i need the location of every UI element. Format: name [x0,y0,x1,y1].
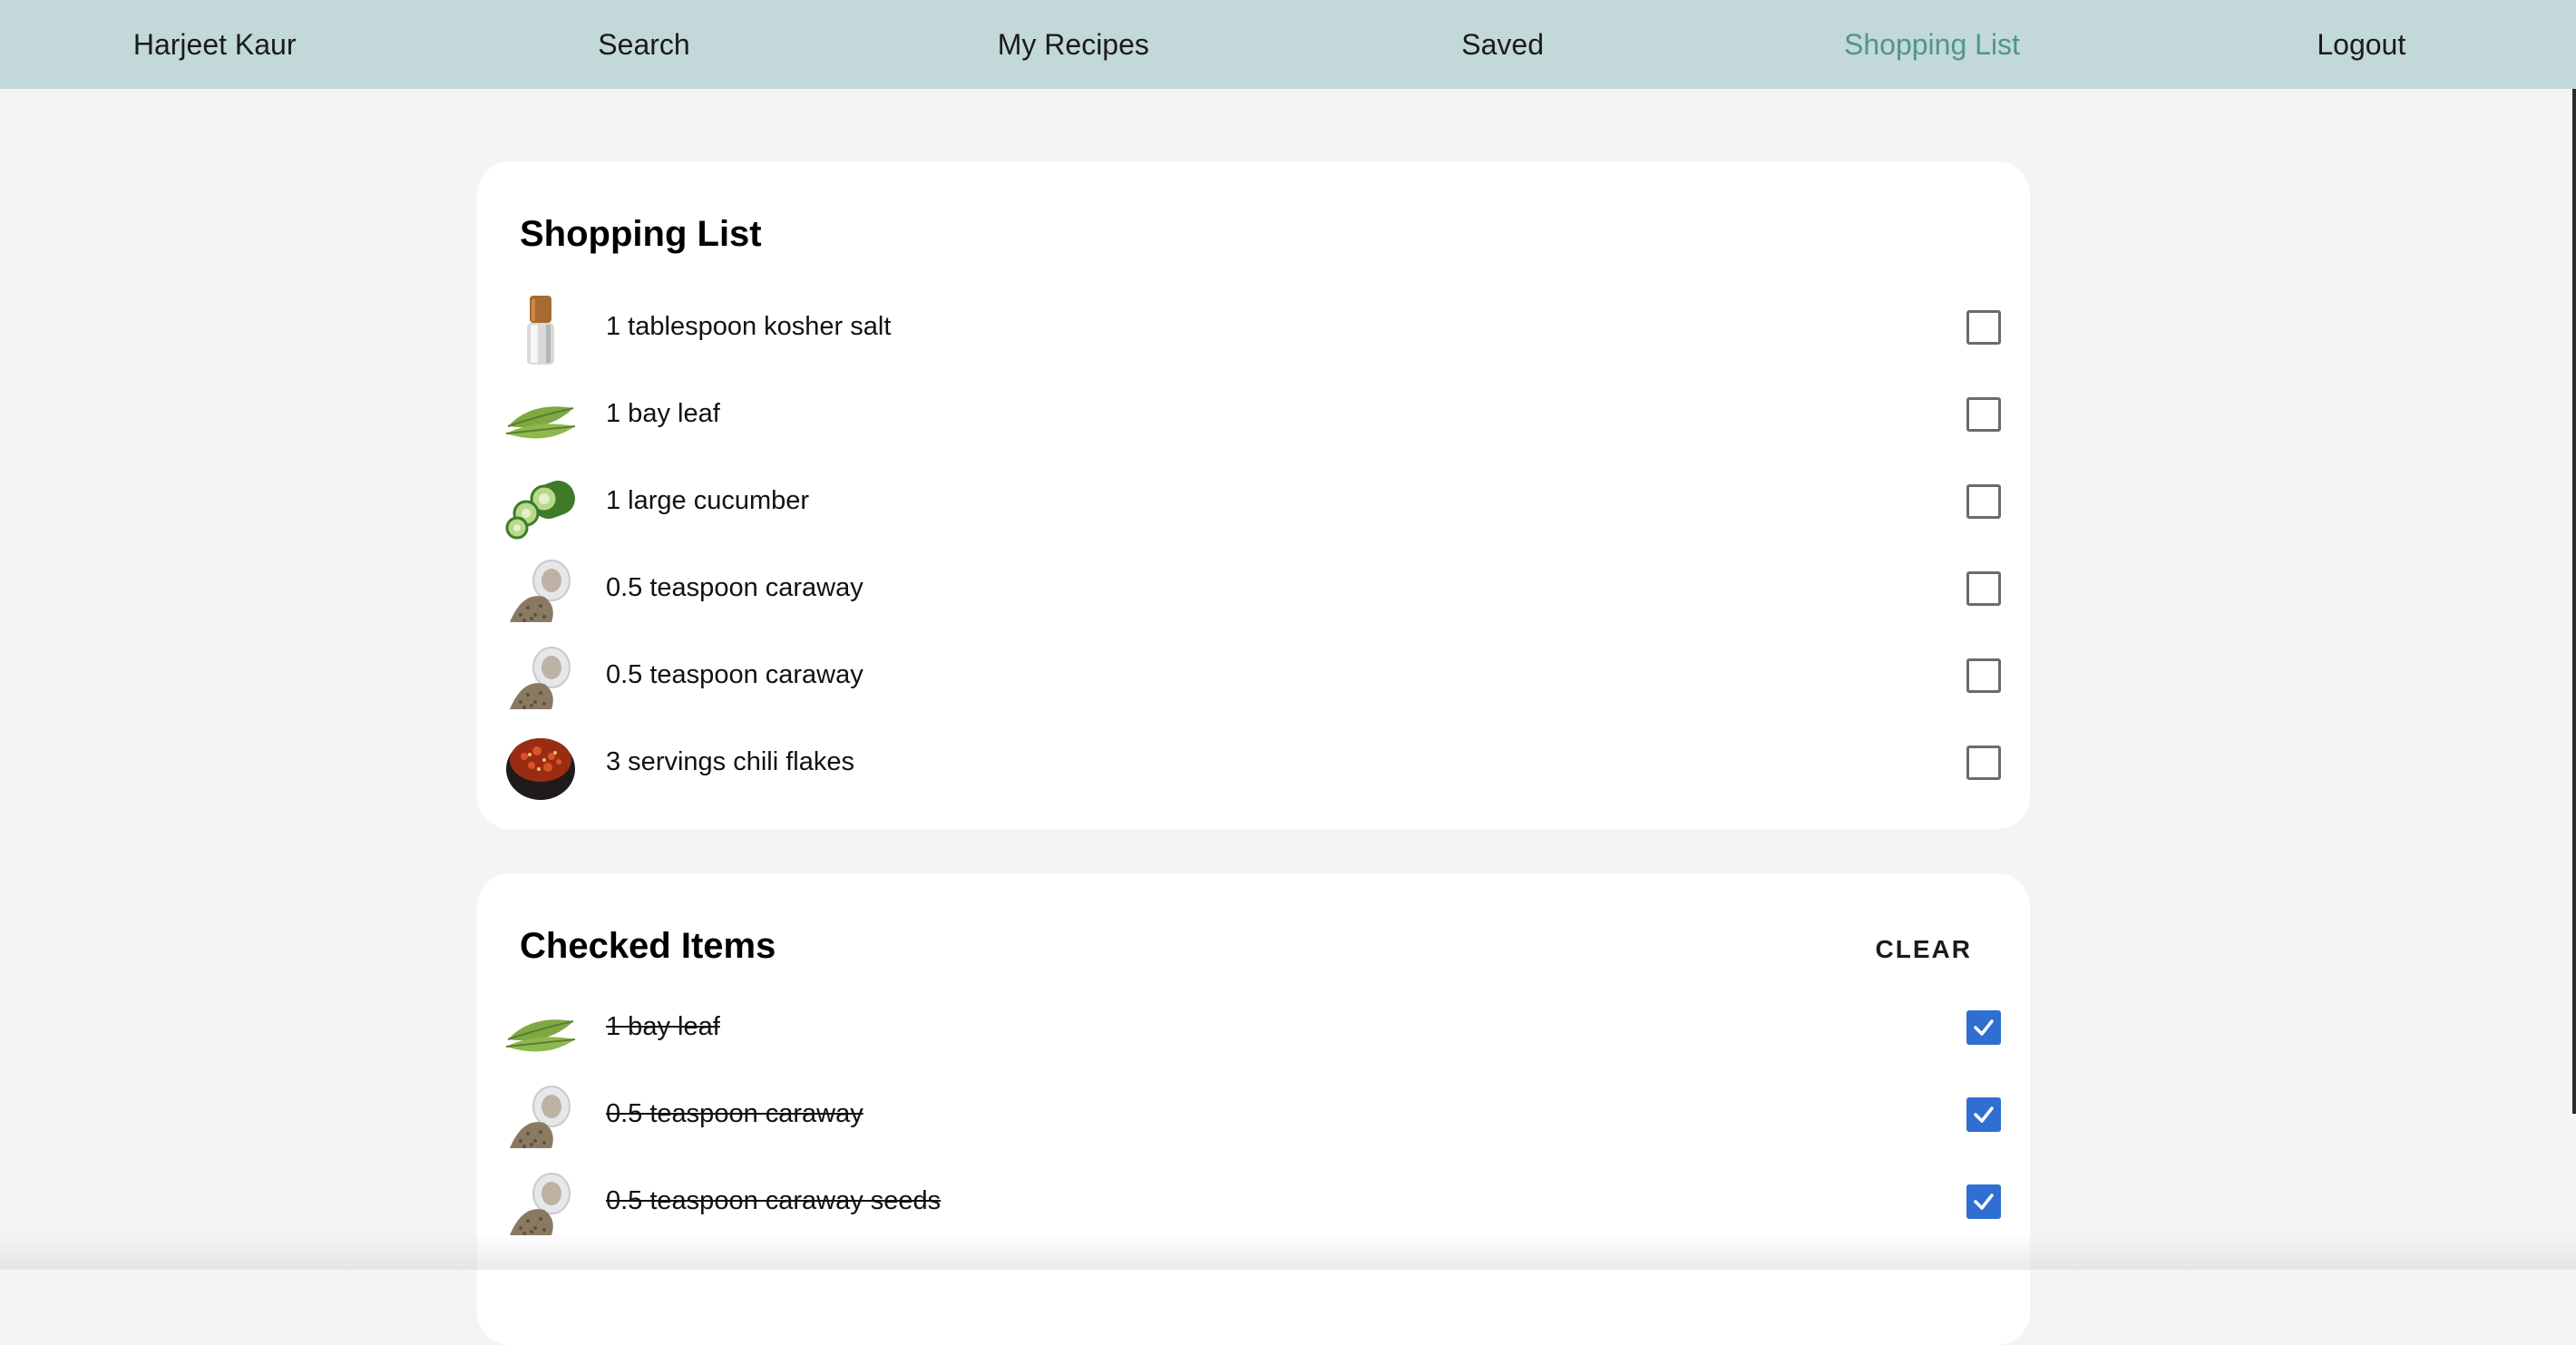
checked-list-item: 0.5 teaspoon caraway seeds [477,1159,2030,1246]
cucumber-icon [504,468,577,541]
nav-logout[interactable]: Logout [2147,28,2576,62]
checked-items-list: 1 bay leaf 0.5 teaspoon caraway 0.5 teaspo… [477,985,2030,1246]
item-checkbox-checked[interactable] [1966,1010,2001,1045]
caraway-seeds-icon [504,555,577,628]
shopping-list-item: 1 tablespoon kosher salt [477,285,2030,372]
item-checkbox[interactable] [1966,658,2001,693]
item-label: 0.5 teaspoon caraway seeds [606,1186,941,1216]
nav-search[interactable]: Search [429,28,858,62]
item-checkbox[interactable] [1966,397,2001,432]
item-label: 1 bay leaf [606,399,720,429]
shopping-list-item: 1 bay leaf [477,372,2030,459]
nav-saved[interactable]: Saved [1288,28,1717,62]
nav-user-name[interactable]: Harjeet Kaur [0,28,429,62]
shopping-list-item: 1 large cucumber [477,459,2030,546]
item-label: 0.5 teaspoon caraway [606,660,864,690]
item-label: 1 large cucumber [606,486,809,516]
shopping-list-title: Shopping List [520,214,762,255]
checked-list-item: 1 bay leaf [477,985,2030,1072]
shopping-list-item: 0.5 teaspoon caraway [477,633,2030,720]
caraway-seeds-icon [504,1168,577,1241]
nav-shopping-list[interactable]: Shopping List [1717,28,2146,62]
item-label: 1 tablespoon kosher salt [606,312,891,342]
item-checkbox-checked[interactable] [1966,1184,2001,1219]
chili-flakes-icon [504,729,577,802]
item-label: 3 servings chili flakes [606,747,854,777]
checked-items-card: Checked Items CLEAR 1 bay leaf 0.5 teaspo… [477,873,2030,1345]
top-navbar: Harjeet Kaur Search My Recipes Saved Sho… [0,0,2576,89]
item-checkbox[interactable] [1966,310,2001,345]
window-edge [2572,89,2576,1114]
checkmark-icon [1972,1190,1995,1213]
bay-leaf-icon [504,994,577,1067]
shopping-list-items: 1 tablespoon kosher salt 1 bay leaf 1 larg… [477,285,2030,807]
bay-leaf-icon [504,381,577,453]
nav-my-recipes[interactable]: My Recipes [859,28,1288,62]
shopping-list-item: 3 servings chili flakes [477,720,2030,807]
clear-button[interactable]: CLEAR [1876,935,1972,964]
item-checkbox[interactable] [1966,746,2001,780]
item-checkbox-checked[interactable] [1966,1097,2001,1132]
item-label: 0.5 teaspoon caraway [606,573,864,603]
caraway-seeds-icon [504,1081,577,1154]
item-checkbox[interactable] [1966,571,2001,606]
caraway-seeds-icon [504,642,577,715]
checked-items-title: Checked Items [520,926,776,967]
checkmark-icon [1972,1103,1995,1126]
salt-grinder-icon [504,294,577,366]
shopping-list-item: 0.5 teaspoon caraway [477,546,2030,633]
item-label: 1 bay leaf [606,1012,720,1042]
checked-list-item: 0.5 teaspoon caraway [477,1072,2030,1159]
item-checkbox[interactable] [1966,484,2001,519]
item-label: 0.5 teaspoon caraway [606,1099,864,1129]
checkmark-icon [1972,1016,1995,1039]
shopping-list-card: Shopping List 1 tablespoon kosher salt1 … [477,161,2030,829]
